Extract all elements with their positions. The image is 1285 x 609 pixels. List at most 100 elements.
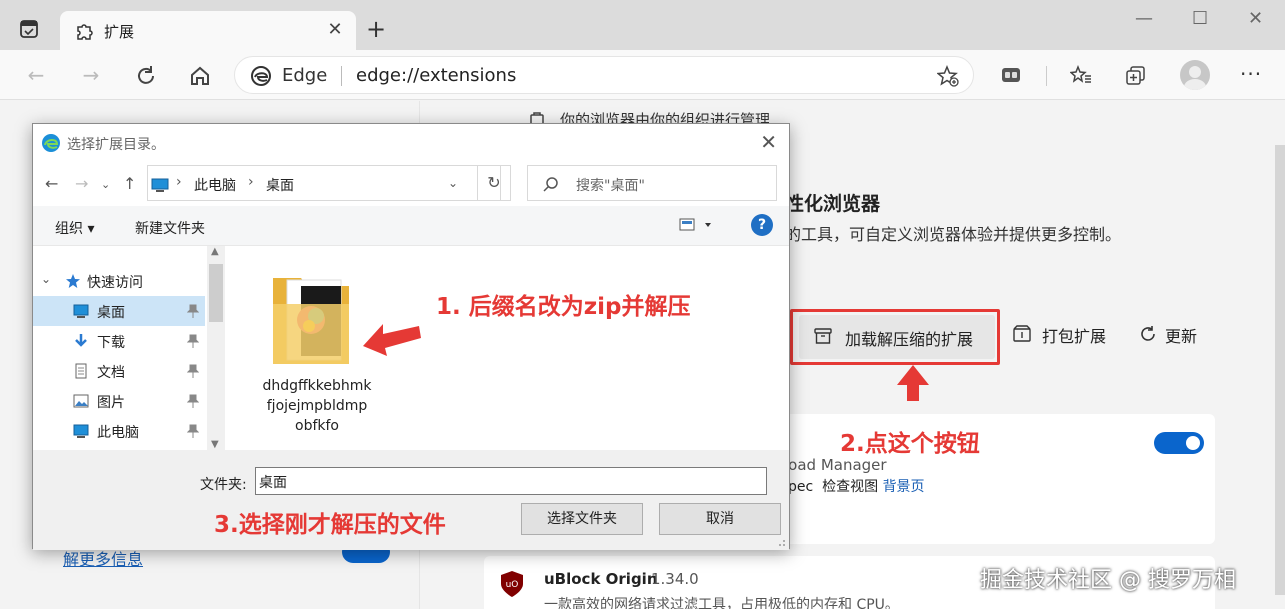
window-close-button[interactable]: ✕ <box>1248 8 1263 29</box>
tab-close-button[interactable]: ✕ <box>324 19 346 40</box>
star-icon <box>66 274 80 288</box>
ublock-shield-icon: uO <box>501 571 523 597</box>
extension-id-1: pec <box>788 479 814 495</box>
chevron-down-icon[interactable]: ⌄ <box>41 272 51 286</box>
breadcrumb-this-pc[interactable]: 此电脑 <box>194 175 236 195</box>
up-button[interactable]: ↑ <box>123 174 136 193</box>
address-separator <box>341 66 342 86</box>
tab-actions-icon[interactable] <box>18 18 40 40</box>
back-button[interactable]: ← <box>22 62 50 90</box>
folder-name-line: dhdgffkkebhmk <box>262 378 372 394</box>
breadcrumb-chevron: › <box>248 174 254 190</box>
more-options-button[interactable]: ··· <box>1240 62 1262 86</box>
page-subtext: 的工具，可自定义浏览器体验并提供更多控制。 <box>785 225 1122 244</box>
favorites-icon[interactable] <box>1070 64 1092 86</box>
recent-locations-button[interactable]: ⌄ <box>101 178 110 191</box>
search-placeholder: 搜索"桌面" <box>576 178 645 194</box>
dialog-forward-button[interactable]: → <box>75 174 88 193</box>
help-button[interactable]: ? <box>751 214 773 236</box>
pin-icon <box>187 334 199 348</box>
view-options-icon[interactable] <box>679 218 713 232</box>
annotation-arrow-up <box>897 365 929 401</box>
tree-label: 下载 <box>97 335 125 351</box>
inspect-views-label: 检查视图 <box>822 479 879 495</box>
add-favorite-icon[interactable] <box>937 65 959 87</box>
breadcrumb-desktop[interactable]: 桌面 <box>266 175 294 195</box>
folder-field-value: 桌面 <box>259 475 287 491</box>
profile-avatar[interactable] <box>1180 60 1210 90</box>
tree-scrollbar[interactable]: ▲ ▼ <box>207 246 225 450</box>
tab-extensions[interactable]: 扩展 ✕ <box>60 11 356 50</box>
tree-item-this-pc[interactable]: 此电脑 <box>33 416 205 446</box>
picture-icon <box>73 394 89 408</box>
tree-item-desktop[interactable]: 桌面 <box>33 296 205 326</box>
desktop-icon <box>73 304 89 318</box>
highlight-box <box>790 309 1000 365</box>
annotation-step-3: 3.选择刚才解压的文件 <box>214 512 446 538</box>
tree-label: 桌面 <box>97 305 125 321</box>
tree-item-downloads[interactable]: 下载 <box>33 326 205 356</box>
extension-name-1: load Manager <box>784 456 887 474</box>
organize-menu[interactable]: 组织 ▾ <box>55 218 94 238</box>
tree-item-quick-access[interactable]: ⌄ 快速访问 <box>33 266 205 296</box>
scroll-thumb[interactable] <box>209 264 223 322</box>
navigation-bar: ← → Edge edge://extensions ··· <box>0 50 1285 100</box>
resize-grip-icon[interactable] <box>776 537 786 547</box>
pin-icon <box>187 364 199 378</box>
folder-field-label: 文件夹: <box>200 477 247 493</box>
folder-field[interactable]: 桌面 <box>255 467 767 495</box>
search-input[interactable]: 搜索"桌面" <box>527 165 777 201</box>
minimize-button[interactable]: — <box>1135 8 1153 29</box>
new-tab-button[interactable]: + <box>366 15 386 43</box>
page-scrollbar[interactable] <box>1275 145 1285 595</box>
dialog-close-button[interactable]: ✕ <box>760 130 777 154</box>
dialog-refresh-button[interactable]: ↻ <box>477 165 511 201</box>
document-icon <box>75 363 87 379</box>
extension-meta-1: pec 检查视图 背景页 <box>788 476 925 496</box>
chevron-down-icon[interactable]: ⌄ <box>448 176 458 190</box>
collections-add-icon[interactable] <box>1125 64 1147 86</box>
home-icon[interactable] <box>186 62 214 90</box>
file-list: dhdgffkkebhmk fjojejmpbldmp obfkfo <box>229 246 789 450</box>
collections-icon[interactable] <box>1000 64 1022 86</box>
breadcrumb-chevron: › <box>176 174 182 190</box>
address-bar[interactable]: Edge edge://extensions <box>234 56 974 94</box>
scroll-up-arrow[interactable]: ▲ <box>211 246 219 257</box>
edge-logo-icon <box>42 134 60 152</box>
scroll-down-arrow[interactable]: ▼ <box>211 439 219 450</box>
dialog-title: 选择扩展目录。 <box>67 137 165 153</box>
tab-title: 扩展 <box>104 23 135 41</box>
ublock-name: uBlock Origin <box>544 570 658 588</box>
edge-logo-icon <box>251 66 271 86</box>
update-label: 更新 <box>1165 327 1198 346</box>
computer-icon <box>151 178 169 192</box>
dialog-toolbar: 组织 ▾ 新建文件夹 ? <box>33 206 789 246</box>
maximize-button[interactable]: ☐ <box>1192 8 1208 29</box>
url-text[interactable]: edge://extensions <box>356 65 516 86</box>
forward-button[interactable]: → <box>77 62 105 90</box>
tree-item-pictures[interactable]: 图片 <box>33 386 205 416</box>
watermark: 掘金技术社区 @ 搜罗万相 <box>980 568 1236 593</box>
pin-icon <box>187 394 199 408</box>
breadcrumb[interactable]: › 此电脑 › 桌面 ⌄ <box>147 165 501 201</box>
extension-toggle-1[interactable] <box>1154 432 1204 454</box>
pack-extension-label: 打包扩展 <box>1042 327 1107 346</box>
download-icon <box>75 334 87 347</box>
refresh-icon[interactable] <box>132 62 160 90</box>
dialog-back-button[interactable]: ← <box>45 174 58 193</box>
dialog-nav: ← → ⌄ ↑ › 此电脑 › 桌面 ⌄ ↻ 搜索"桌面" <box>33 160 789 206</box>
navigation-tree: ⌄ 快速访问 桌面 下载 文档 图片 此电脑 ▲ ▼ <box>33 246 228 450</box>
tree-item-documents[interactable]: 文档 <box>33 356 205 386</box>
computer-icon <box>73 424 89 438</box>
folder-name-line: fjojejmpbldmp <box>266 398 368 414</box>
dialog-title-bar: 选择扩展目录。 ✕ <box>33 124 789 160</box>
annotation-step-2: 2.点这个按钮 <box>840 431 980 457</box>
select-folder-button[interactable]: 选择文件夹 <box>521 503 643 535</box>
svg-text:uO: uO <box>506 580 519 590</box>
new-folder-button[interactable]: 新建文件夹 <box>135 218 205 238</box>
background-page-link[interactable]: 背景页 <box>883 479 925 495</box>
search-icon <box>543 177 558 192</box>
cancel-button[interactable]: 取消 <box>659 503 781 535</box>
browser-brand: Edge <box>282 65 328 86</box>
ublock-description: 一款高效的网络请求过滤工具，占用极低的内存和 CPU。 <box>544 597 899 609</box>
